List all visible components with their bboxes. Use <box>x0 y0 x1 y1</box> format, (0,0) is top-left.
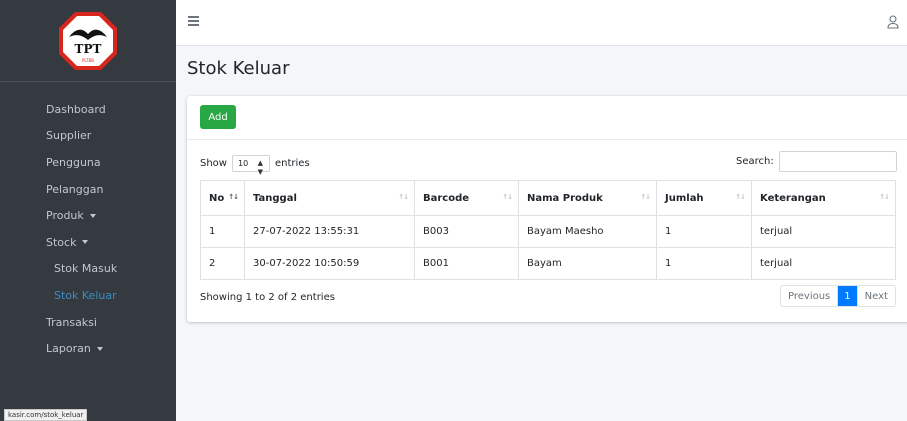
table-row: 2 30-07-2022 10:50:59 B001 Bayam 1 terju… <box>200 247 896 280</box>
cell-no: 1 <box>200 215 245 248</box>
sort-icon: ↑↓ <box>398 193 409 201</box>
caret-down-icon <box>82 240 89 245</box>
svg-text:PLTBB: PLTBB <box>82 58 94 63</box>
sidebar-item-stok-keluar[interactable]: Stok Keluar <box>0 282 176 309</box>
brand[interactable]: TPT PLTBB <box>0 0 176 82</box>
tpt-logo: TPT PLTBB <box>59 11 117 70</box>
table-header-row: No ↑↓ Tanggal ↑↓ Barcode ↑↓ Nama Produk ↑↓ J… <box>200 180 896 216</box>
sort-icon: ↑↓ <box>640 193 651 201</box>
sidebar-item-label: Produk <box>46 209 84 223</box>
sidebar-item-label: Transaksi <box>46 315 97 329</box>
top-navbar <box>176 0 907 46</box>
column-header-nama-produk[interactable]: Nama Produk ↑↓ <box>518 180 657 216</box>
stock-out-table: No ↑↓ Tanggal ↑↓ Barcode ↑↓ Nama Produk ↑↓ J… <box>200 180 896 280</box>
length-prefix: Show <box>200 158 227 169</box>
cell-tanggal: 27-07-2022 13:55:31 <box>244 215 415 248</box>
sidebar-item-label: Stock <box>46 235 77 249</box>
column-header-barcode[interactable]: Barcode ↑↓ <box>414 180 519 216</box>
entries-length-control: Show 10 ▲ ▼ entries <box>200 155 310 176</box>
sidebar-item-produk[interactable]: Produk <box>0 202 176 229</box>
entries-select[interactable]: 10 ▲ ▼ <box>231 155 270 176</box>
search-label: Search: <box>736 156 774 167</box>
sidebar-item-label: Dashboard <box>46 102 106 116</box>
column-header-tanggal[interactable]: Tanggal ↑↓ <box>244 180 415 216</box>
sidebar-item-transaksi[interactable]: Transaksi <box>0 309 176 336</box>
sidebar-item-stok-masuk[interactable]: Stok Masuk <box>0 256 176 283</box>
entries-select-value: 10 <box>237 159 249 168</box>
sidebar-item-label: Laporan <box>46 342 91 356</box>
user-icon[interactable] <box>887 15 899 29</box>
cell-no: 2 <box>200 247 245 280</box>
cell-jumlah: 1 <box>656 215 752 248</box>
cell-keterangan: terjual <box>751 247 896 280</box>
search-input[interactable] <box>778 151 897 172</box>
pagination: Previous 1 Next <box>780 285 896 307</box>
length-suffix: entries <box>274 158 310 169</box>
svg-text:TPT: TPT <box>75 42 102 56</box>
pagination-previous[interactable]: Previous <box>781 286 837 306</box>
stock-out-card: Add Show 10 ▲ ▼ entries Search: No ↑↓ Tang… <box>187 96 907 322</box>
table-row: 1 27-07-2022 13:55:31 B003 Bayam Maesho … <box>200 215 896 248</box>
sidebar-nav: Dashboard Supplier Pengguna Pelanggan Pr… <box>0 96 176 362</box>
menu-icon[interactable] <box>188 16 199 26</box>
column-header-jumlah[interactable]: Jumlah ↑↓ <box>656 180 752 216</box>
pagination-page-current[interactable]: 1 <box>837 286 857 306</box>
sidebar-item-laporan[interactable]: Laporan <box>0 335 176 362</box>
column-header-no[interactable]: No ↑↓ <box>200 180 245 216</box>
sidebar-item-stock[interactable]: Stock <box>0 229 176 256</box>
pagination-next[interactable]: Next <box>856 286 895 306</box>
select-arrows-icon: ▲ ▼ <box>257 159 263 176</box>
column-header-keterangan[interactable]: Keterangan ↑↓ <box>751 180 896 216</box>
sidebar-item-label: Stok Keluar <box>54 288 117 302</box>
card-header: Add <box>187 96 907 140</box>
cell-nama-produk: Bayam <box>518 247 657 280</box>
sort-icon: ↑↓ <box>879 193 890 201</box>
sidebar: TPT PLTBB Dashboard Supplier Pengguna Pe… <box>0 0 176 421</box>
caret-down-icon <box>96 346 103 351</box>
status-url: kasir.com/stok_keluar <box>4 409 88 421</box>
table-info: Showing 1 to 2 of 2 entries <box>200 292 335 303</box>
sort-icon: ↑↓ <box>228 193 239 201</box>
sort-icon: ↑↓ <box>735 193 746 201</box>
cell-tanggal: 30-07-2022 10:50:59 <box>244 247 415 280</box>
add-button[interactable]: Add <box>200 105 236 129</box>
cell-barcode: B003 <box>414 215 519 248</box>
sidebar-item-pelanggan[interactable]: Pelanggan <box>0 176 176 203</box>
sidebar-item-dashboard[interactable]: Dashboard <box>0 96 176 123</box>
page-title: Stok Keluar <box>187 58 290 79</box>
sidebar-item-label: Supplier <box>46 129 92 143</box>
cell-keterangan: terjual <box>751 215 896 248</box>
sidebar-item-pengguna[interactable]: Pengguna <box>0 149 176 176</box>
sidebar-item-label: Pengguna <box>46 155 101 169</box>
sidebar-item-label: Stok Masuk <box>54 262 118 276</box>
search-control: Search: <box>736 151 897 172</box>
cell-barcode: B001 <box>414 247 519 280</box>
cell-jumlah: 1 <box>656 247 752 280</box>
sort-icon: ↑↓ <box>502 193 513 201</box>
sidebar-item-label: Pelanggan <box>46 182 104 196</box>
cell-nama-produk: Bayam Maesho <box>518 215 657 248</box>
caret-down-icon <box>89 213 96 218</box>
sidebar-item-supplier[interactable]: Supplier <box>0 123 176 150</box>
